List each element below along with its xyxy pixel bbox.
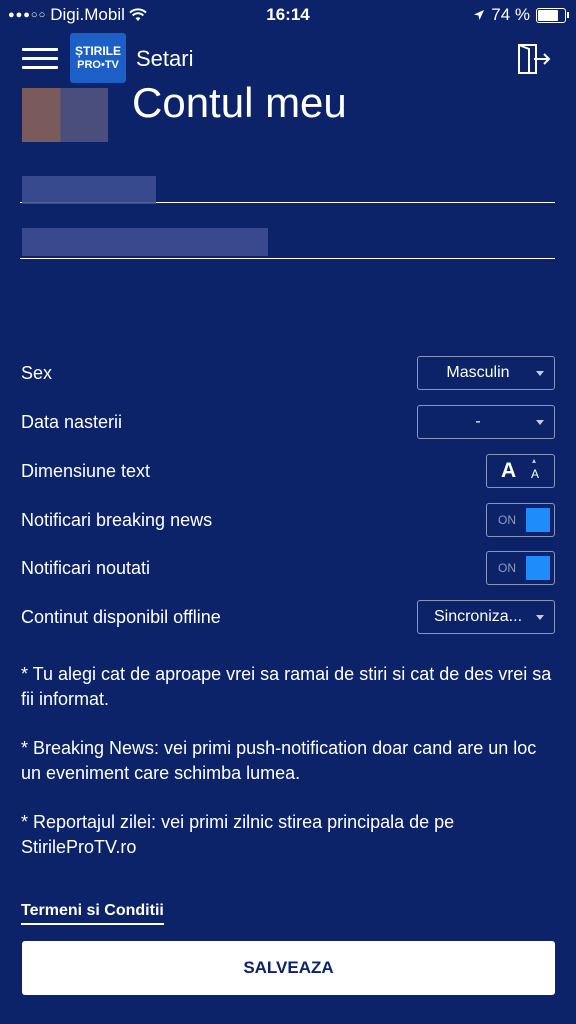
breaking-label: Notificari breaking news [21, 510, 213, 530]
sex-label: Sex [21, 363, 53, 383]
setting-news: Notificari noutati ON [21, 551, 555, 587]
breaking-toggle[interactable]: ON [486, 503, 555, 537]
status-bar: ●●●○○ Digi.Mobil 16:14 74 % [0, 0, 576, 30]
offline-value: Sincroniza... [433, 608, 523, 625]
birthdate-select[interactable]: - [417, 405, 555, 439]
logout-icon[interactable] [516, 42, 552, 76]
sex-value: Masculin [446, 364, 510, 381]
save-button[interactable]: SALVEAZA [22, 941, 555, 995]
terms-link[interactable]: Termeni si Conditii [21, 902, 164, 925]
toggle-knob [526, 556, 550, 580]
name-field[interactable] [20, 172, 555, 204]
logo-text-bottom: PRO•TV [77, 59, 119, 71]
battery-percent: 74 % [491, 5, 530, 24]
chevron-down-icon [536, 420, 544, 425]
breaking-toggle-state: ON [498, 513, 516, 527]
offline-select[interactable]: Sincroniza... [417, 600, 555, 634]
birthdate-value: - [475, 413, 481, 430]
setting-sex: Sex Masculin [21, 356, 555, 392]
textsize-small-icon: A [531, 467, 540, 481]
location-icon [474, 10, 485, 20]
setting-textsize: Dimensiune text A ▴ A [21, 454, 555, 490]
email-redacted [22, 228, 268, 256]
note-daily-report: * Reportajul zilei: vei primi zilnic sti… [21, 812, 455, 857]
sex-select[interactable]: Masculin [417, 356, 555, 390]
news-label: Notificari noutati [21, 558, 151, 578]
birthdate-label: Data nasterii [21, 412, 123, 432]
account-title: Contul meu [132, 79, 347, 126]
battery-icon [536, 7, 569, 23]
name-redacted [22, 176, 156, 204]
logo-text-top: ȘTIRILE [74, 44, 121, 58]
setting-birthdate: Data nasterii - [21, 405, 555, 441]
email-field[interactable] [20, 226, 555, 259]
updown-icon: ▴ [532, 456, 537, 465]
news-toggle-state: ON [498, 561, 516, 575]
textsize-large-icon: A [501, 459, 517, 482]
setting-offline: Continut disponibil offline Sincroniza..… [21, 600, 555, 636]
textsize-label: Dimensiune text [21, 461, 151, 481]
app-logo: ȘTIRILE PRO•TV [70, 33, 126, 83]
toggle-knob [526, 508, 550, 532]
chevron-down-icon [536, 615, 544, 620]
chevron-down-icon [536, 371, 544, 376]
note-preferences: * Tu alegi cat de aproape vrei sa ramai … [21, 664, 552, 709]
avatar[interactable] [22, 88, 108, 142]
status-right: 74 % [473, 5, 569, 25]
offline-label: Continut disponibil offline [21, 607, 221, 627]
note-breaking-news: * Breaking News: vei primi push-notifica… [21, 738, 537, 783]
setting-breaking-news: Notificari breaking news ON [21, 503, 555, 539]
menu-icon[interactable] [22, 48, 58, 72]
textsize-stepper[interactable]: A ▴ A [486, 454, 555, 488]
news-toggle[interactable]: ON [486, 551, 555, 585]
page-title: Setari [136, 46, 194, 71]
